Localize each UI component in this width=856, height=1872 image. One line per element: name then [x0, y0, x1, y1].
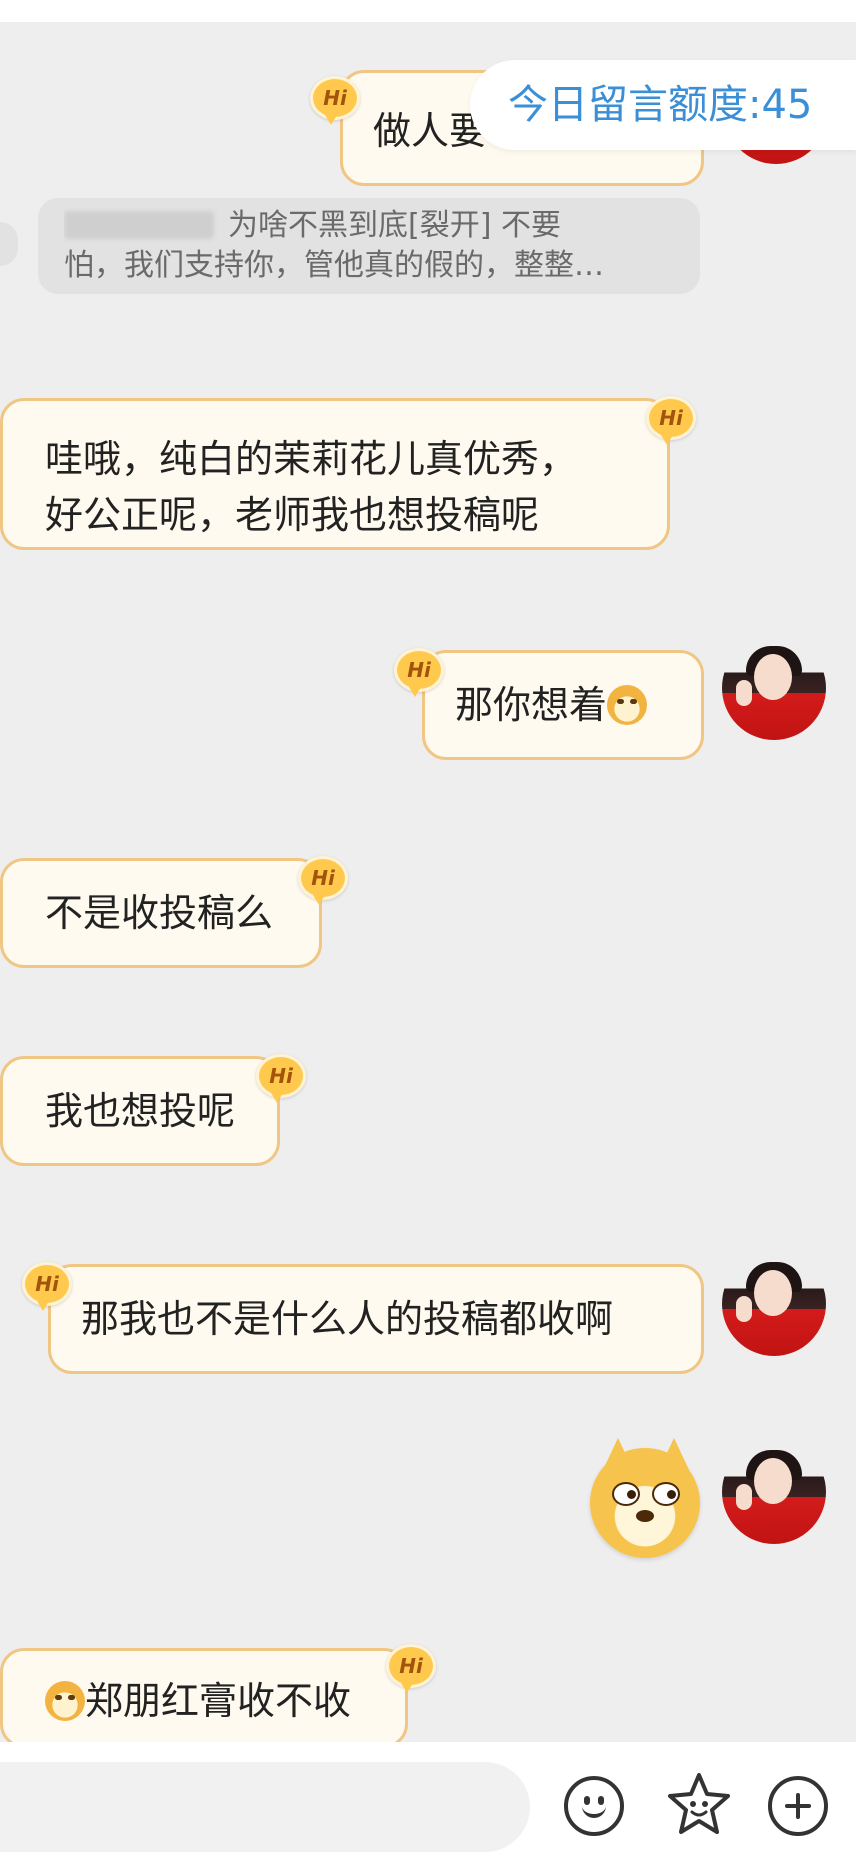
hi-badge: Hi — [310, 76, 360, 125]
doge-eye-right — [652, 1482, 680, 1506]
avatar-hand — [736, 680, 752, 706]
message-input[interactable] — [0, 1762, 530, 1852]
doge-ear-right — [658, 1438, 690, 1472]
avatar-face — [754, 654, 792, 700]
message-bubble-outgoing[interactable]: 那我也不是什么人的投稿都收啊 — [48, 1264, 704, 1374]
message-text: 不是收投稿么 — [45, 891, 274, 935]
doge-sticker[interactable] — [590, 1438, 700, 1558]
message-text: 那你想着 — [455, 683, 608, 727]
doge-eye-left — [612, 1482, 640, 1506]
hi-badge: Hi — [394, 648, 444, 697]
message-bubble-incoming[interactable]: 哇哦，纯白的茉莉花儿真优秀， 好公正呢，老师我也想投稿呢 — [0, 398, 670, 550]
avatar-hand — [736, 1296, 752, 1322]
status-strip — [0, 0, 856, 22]
message-text: 郑朋红膏收不收 — [85, 1679, 352, 1723]
daily-message-quota: 今日留言额度:45 — [470, 60, 856, 150]
hi-badge: Hi — [256, 1054, 306, 1103]
avatar-hand — [736, 1484, 752, 1510]
doge-emoji-icon — [607, 685, 648, 725]
plus-icon[interactable] — [768, 1776, 828, 1836]
avatar-face — [754, 1270, 792, 1316]
message-text: 我也想投呢 — [45, 1089, 236, 1133]
message-bubble-incoming[interactable]: 郑朋红膏收不收 — [0, 1648, 408, 1748]
message-bubble-incoming[interactable]: 不是收投稿么 — [0, 858, 322, 968]
doge-ear-left — [602, 1438, 634, 1472]
avatar[interactable] — [722, 1440, 826, 1544]
hi-badge: Hi — [22, 1262, 72, 1311]
hi-badge: Hi — [646, 396, 696, 445]
redacted-username — [64, 211, 214, 239]
avatar[interactable] — [722, 636, 826, 740]
message-text: 那我也不是什么人的投稿都收啊 — [81, 1297, 614, 1341]
avatar-face — [754, 1458, 792, 1504]
message-text-line-1: 哇哦，纯白的茉莉花儿真优秀， — [45, 437, 578, 481]
message-bubble-outgoing[interactable]: 那你想着 — [422, 650, 704, 760]
quote-marker-icon — [0, 222, 18, 266]
quote-line-2: 怕，我们支持你，管他真的假的，整整… — [64, 248, 604, 283]
hi-badge: Hi — [386, 1644, 436, 1693]
message-bubble-incoming[interactable]: 我也想投呢 — [0, 1056, 280, 1166]
hi-badge: Hi — [298, 856, 348, 905]
avatar[interactable] — [722, 1252, 826, 1356]
quote-line-1: 为啥不黑到底[裂开] 不要 — [64, 206, 674, 246]
star-face-icon[interactable] — [664, 1770, 734, 1840]
doge-emoji-icon — [45, 1681, 85, 1721]
message-text-line-2: 好公正呢，老师我也想投稿呢 — [45, 493, 540, 537]
doge-nose — [636, 1510, 654, 1522]
smile-icon[interactable] — [564, 1776, 624, 1836]
quoted-message[interactable]: 为啥不黑到底[裂开] 不要 怕，我们支持你，管他真的假的，整整… — [38, 198, 700, 294]
